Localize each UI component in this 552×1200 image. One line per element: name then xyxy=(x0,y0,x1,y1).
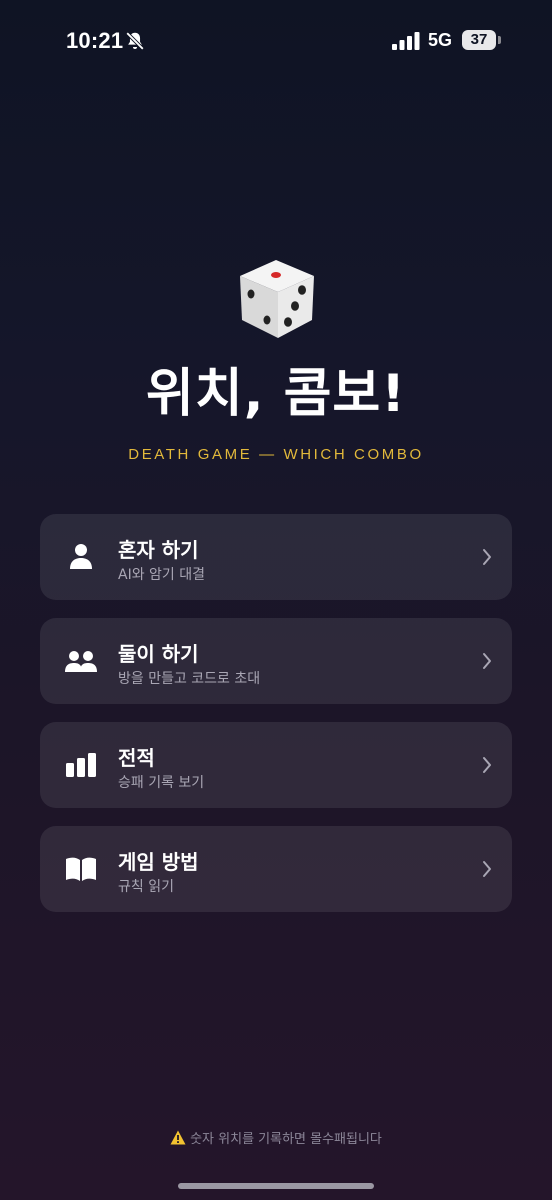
menu-item-title: 게임 방법 xyxy=(118,850,199,874)
chevron-right-icon xyxy=(483,757,491,773)
chevron-right-icon xyxy=(483,861,491,877)
menu-item-subtitle: 규칙 읽기 xyxy=(118,879,174,895)
footer-warning-text: 숫자 위치를 기록하면 몰수패됩니다 xyxy=(190,1132,382,1147)
bar-chart-icon xyxy=(66,753,96,777)
book-icon xyxy=(66,857,96,881)
menu-item-subtitle: 방을 만들고 코드로 초대 xyxy=(118,671,261,687)
menu-item-title: 둘이 하기 xyxy=(118,642,199,666)
battery-tip xyxy=(498,36,501,44)
footer-warning: 숫자 위치를 기록하면 몰수패됩니다 xyxy=(0,1128,552,1147)
person-icon xyxy=(70,544,92,569)
signal-icon xyxy=(392,32,420,50)
chevron-right-icon xyxy=(483,653,491,669)
warning-icon xyxy=(170,1130,186,1145)
menu-item-subtitle: AI와 암기 대결 xyxy=(118,567,206,583)
bell-slash-icon xyxy=(125,31,145,51)
menu-item-howto[interactable]: 게임 방법 규칙 읽기 xyxy=(40,826,512,912)
status-bar: 10:21 5G 37 xyxy=(0,0,552,80)
chevron-right-icon xyxy=(483,549,491,565)
dice-icon xyxy=(240,260,314,338)
menu-item-stats[interactable]: 전적 승패 기록 보기 xyxy=(40,722,512,808)
battery-icon: 37 xyxy=(462,30,496,50)
hero: 위치, 콤보! DEATH GAME — WHICH COMBO xyxy=(0,250,552,463)
menu-item-title: 전적 xyxy=(118,746,155,770)
main-menu: 혼자 하기 AI와 암기 대결 둘이 하기 방을 만들고 코드로 초대 전적 승… xyxy=(40,514,512,930)
app-subtitle: DEATH GAME — WHICH COMBO xyxy=(128,446,424,463)
menu-item-duo[interactable]: 둘이 하기 방을 만들고 코드로 초대 xyxy=(40,618,512,704)
status-time: 10:21 xyxy=(66,28,124,53)
home-indicator[interactable] xyxy=(178,1183,374,1189)
people-icon xyxy=(65,651,97,672)
menu-item-title: 혼자 하기 xyxy=(118,538,199,562)
menu-item-subtitle: 승패 기록 보기 xyxy=(118,775,205,791)
menu-item-solo[interactable]: 혼자 하기 AI와 암기 대결 xyxy=(40,514,512,600)
network-label: 5G xyxy=(428,30,453,50)
app-title: 위치, 콤보! xyxy=(146,364,406,424)
